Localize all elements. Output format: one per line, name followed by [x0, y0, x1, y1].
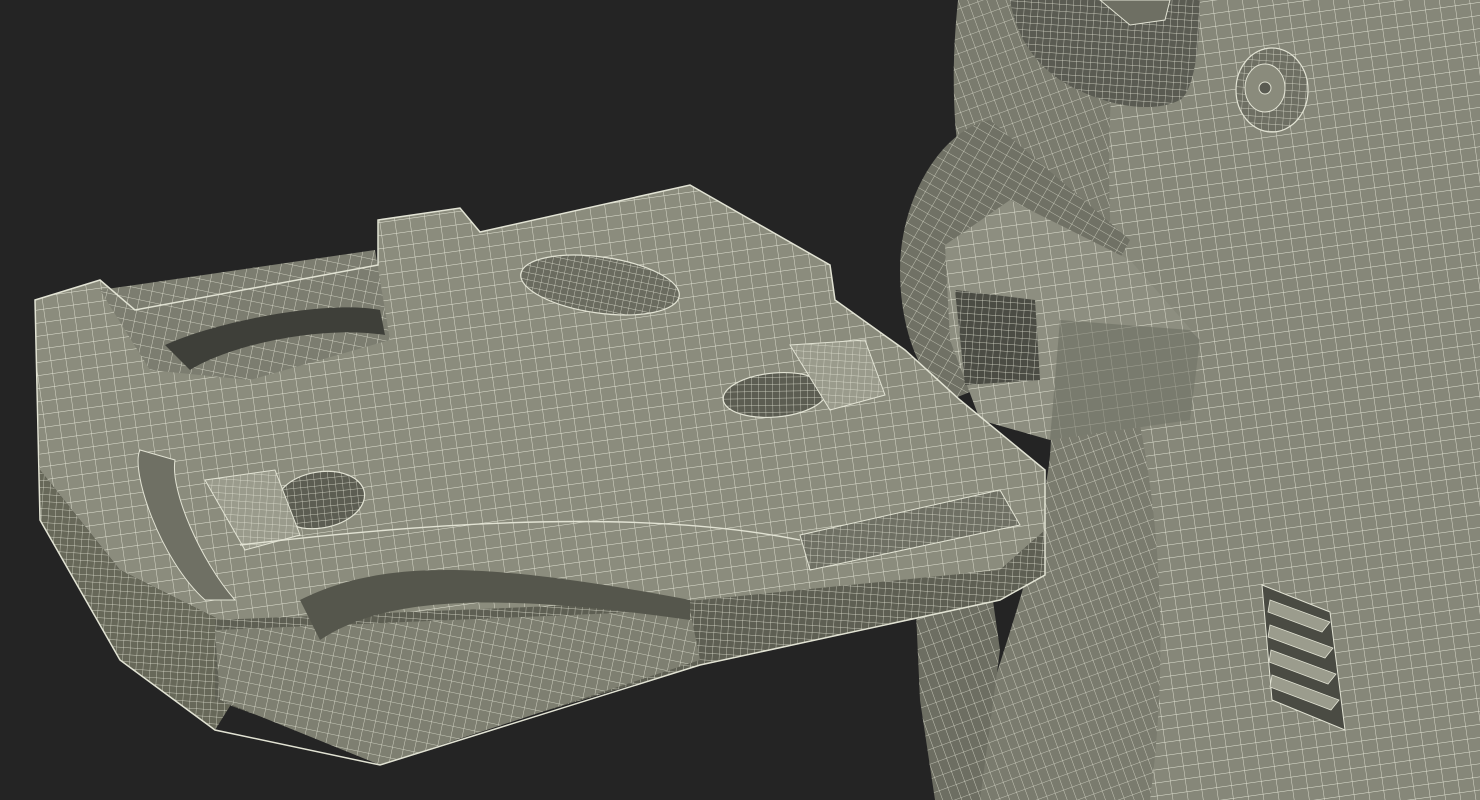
tray — [34, 184, 1046, 766]
knob-center — [1258, 81, 1272, 95]
knob — [1235, 47, 1309, 133]
wireframe-render — [34, 0, 1480, 800]
wireframe-render-viewport — [0, 0, 1480, 800]
